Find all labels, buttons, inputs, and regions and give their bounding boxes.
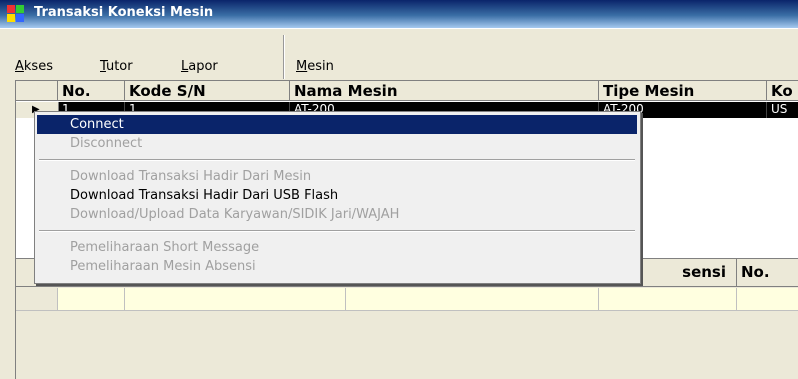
col-header-kode-sn[interactable]: Kode S/N bbox=[125, 81, 290, 101]
app-icon bbox=[7, 5, 25, 23]
cell-ko: US bbox=[767, 102, 798, 118]
menu-akses[interactable]: Akses bbox=[15, 59, 53, 74]
grid-indicator-header bbox=[16, 81, 58, 101]
menu-separator bbox=[283, 35, 285, 79]
grid2-col-header-no[interactable]: No. bbox=[737, 259, 798, 287]
input-cell[interactable] bbox=[599, 288, 737, 310]
menu-item-download-upload-karyawan[interactable]: Download/Upload Data Karyawan/SIDIK Jari… bbox=[37, 205, 637, 224]
context-menu: Connect Disconnect Download Transaksi Ha… bbox=[34, 111, 641, 284]
menu-tutor[interactable]: Tutor bbox=[100, 59, 133, 74]
menu-item-short-message[interactable]: Pemeliharaan Short Message bbox=[37, 238, 637, 257]
window-title: Transaksi Koneksi Mesin bbox=[34, 5, 214, 20]
col-header-no[interactable]: No. bbox=[58, 81, 125, 101]
input-cell[interactable] bbox=[125, 288, 346, 310]
menu-lapor[interactable]: Lapor bbox=[181, 59, 218, 74]
menu-mesin[interactable]: Mesin bbox=[296, 59, 334, 74]
menu-item-mesin-absensi[interactable]: Pemeliharaan Mesin Absensi bbox=[37, 257, 637, 276]
input-cell[interactable] bbox=[737, 288, 798, 310]
input-row[interactable] bbox=[16, 288, 798, 311]
col-header-ko[interactable]: Ko bbox=[767, 81, 798, 101]
menu-item-disconnect[interactable]: Disconnect bbox=[37, 134, 637, 153]
title-bar: Transaksi Koneksi Mesin bbox=[0, 0, 798, 28]
input-row-indicator bbox=[16, 288, 58, 310]
menu-separator bbox=[39, 230, 635, 232]
input-cell[interactable] bbox=[58, 288, 125, 310]
col-header-nama-mesin[interactable]: Nama Mesin bbox=[290, 81, 599, 101]
col-header-tipe-mesin[interactable]: Tipe Mesin bbox=[599, 81, 767, 101]
menu-item-download-mesin[interactable]: Download Transaksi Hadir Dari Mesin bbox=[37, 167, 637, 186]
menu-item-download-usb[interactable]: Download Transaksi Hadir Dari USB Flash bbox=[37, 186, 637, 205]
menu-item-connect[interactable]: Connect bbox=[37, 115, 637, 134]
input-cell[interactable] bbox=[346, 288, 599, 310]
menu-bar: Akses Tutor Lapor Mesin bbox=[0, 28, 798, 81]
menu-separator bbox=[39, 159, 635, 161]
